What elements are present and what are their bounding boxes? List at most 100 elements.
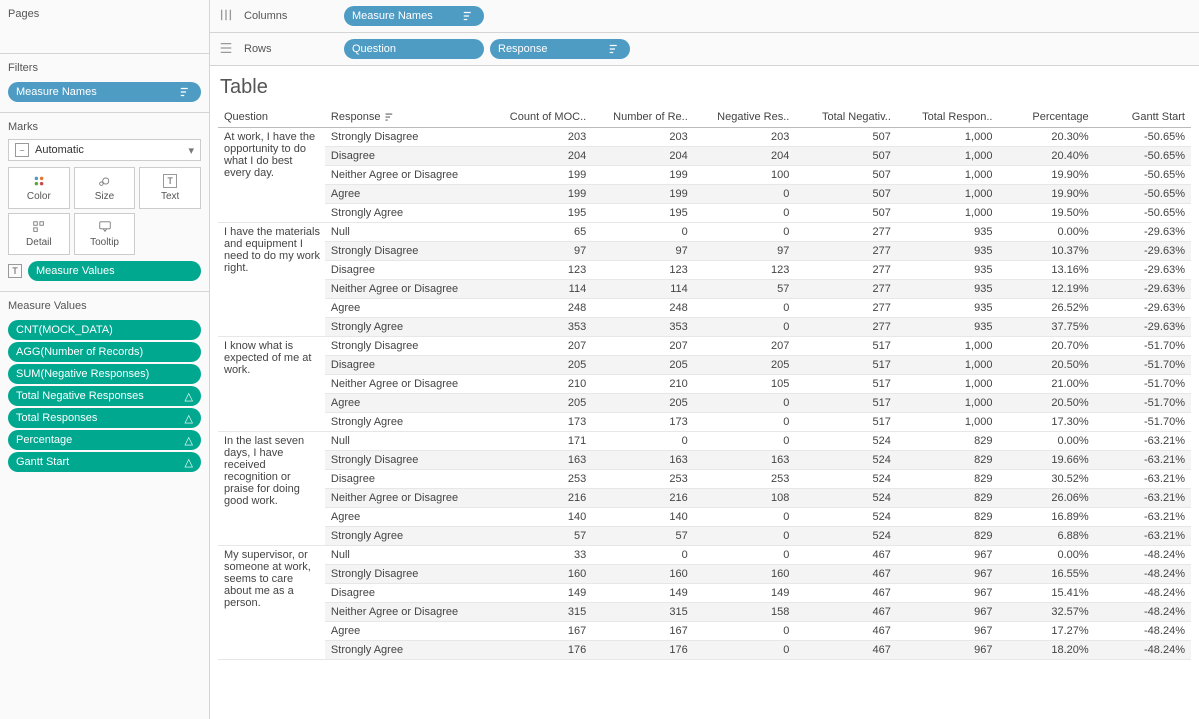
mv-pill[interactable]: Gantt Start△ <box>8 452 201 472</box>
measure-values-on-text[interactable]: T Measure Values <box>8 259 201 283</box>
table-row[interactable]: Agree20520505171,00020.50%-51.70% <box>218 394 1191 413</box>
value-cell: -48.24% <box>1095 565 1191 584</box>
viz-area[interactable]: Table QuestionResponseCount of MOC..Numb… <box>210 66 1199 719</box>
column-header[interactable]: Number of Re.. <box>592 107 694 128</box>
value-cell: -51.70% <box>1095 375 1191 394</box>
row-pill[interactable]: Response <box>490 39 630 59</box>
value-cell: -63.21% <box>1095 451 1191 470</box>
table-row[interactable]: Disagree12312312327793513.16%-29.63% <box>218 261 1191 280</box>
value-cell: 176 <box>592 641 694 660</box>
table-row[interactable]: Agree140140052482916.89%-63.21% <box>218 508 1191 527</box>
table-row[interactable]: Strongly Agree575705248296.88%-63.21% <box>218 527 1191 546</box>
text-button[interactable]: T Text <box>139 167 201 209</box>
mv-pill[interactable]: Percentage△ <box>8 430 201 450</box>
value-cell: 108 <box>694 489 796 508</box>
table-row[interactable]: Strongly Agree17317305171,00017.30%-51.7… <box>218 413 1191 432</box>
filters-shelf[interactable]: Filters Measure Names <box>0 54 209 113</box>
table-row[interactable]: Neither Agree or Disagree315315158467967… <box>218 603 1191 622</box>
table-row[interactable]: Strongly Disagree16316316352482919.66%-6… <box>218 451 1191 470</box>
value-cell: 163 <box>694 451 796 470</box>
value-cell: -63.21% <box>1095 508 1191 527</box>
pages-shelf[interactable]: Pages <box>0 0 209 54</box>
response-cell: Strongly Disagree <box>325 451 496 470</box>
mv-pill[interactable]: AGG(Number of Records) <box>8 342 201 362</box>
table-row[interactable]: Neither Agree or Disagree1991991005071,0… <box>218 166 1191 185</box>
response-cell: Strongly Disagree <box>325 128 496 147</box>
value-cell: 0 <box>694 299 796 318</box>
size-icon <box>97 174 111 188</box>
table-row[interactable]: Neither Agree or Disagree2102101055171,0… <box>218 375 1191 394</box>
value-cell: 467 <box>795 622 897 641</box>
response-cell: Neither Agree or Disagree <box>325 489 496 508</box>
sort-icon <box>608 42 622 56</box>
table-row[interactable]: Disagree25325325352482930.52%-63.21% <box>218 470 1191 489</box>
tooltip-button[interactable]: Tooltip <box>74 213 136 255</box>
marks-type-dropdown[interactable]: ⎯ Automatic ▾ <box>8 139 201 161</box>
column-header[interactable]: Total Respon.. <box>897 107 999 128</box>
table-row[interactable]: Strongly Agree353353027793537.75%-29.63% <box>218 318 1191 337</box>
column-header[interactable]: Percentage <box>998 107 1094 128</box>
column-header[interactable]: Count of MOC.. <box>496 107 592 128</box>
value-cell: -50.65% <box>1095 166 1191 185</box>
value-cell: 967 <box>897 565 999 584</box>
value-cell: 0 <box>592 546 694 565</box>
column-header[interactable]: Response <box>325 107 496 128</box>
table-row[interactable]: Agree19919905071,00019.90%-50.65% <box>218 185 1191 204</box>
table-row[interactable]: In the last seven days, I have received … <box>218 432 1191 451</box>
value-cell: -48.24% <box>1095 641 1191 660</box>
rows-shelf[interactable]: Rows QuestionResponse <box>210 33 1199 66</box>
row-pill[interactable]: Question <box>344 39 484 59</box>
measure-values-pill[interactable]: Measure Values <box>28 261 201 281</box>
value-cell: -63.21% <box>1095 527 1191 546</box>
size-button[interactable]: Size <box>74 167 136 209</box>
value-cell: -48.24% <box>1095 622 1191 641</box>
table-row[interactable]: Disagree14914914946796715.41%-48.24% <box>218 584 1191 603</box>
table-row[interactable]: My supervisor, or someone at work, seems… <box>218 546 1191 565</box>
pill-label: Measure Names <box>16 86 97 98</box>
value-cell: 204 <box>694 147 796 166</box>
pages-title: Pages <box>8 4 201 26</box>
color-button[interactable]: Color <box>8 167 70 209</box>
value-cell: -48.24% <box>1095 584 1191 603</box>
table-row[interactable]: Strongly Disagree97979727793510.37%-29.6… <box>218 242 1191 261</box>
mv-pill[interactable]: Total Responses△ <box>8 408 201 428</box>
table-row[interactable]: I have the materials and equipment I nee… <box>218 223 1191 242</box>
column-header[interactable]: Negative Res.. <box>694 107 796 128</box>
column-header[interactable]: Gantt Start <box>1095 107 1191 128</box>
value-cell: 277 <box>795 280 897 299</box>
table-row[interactable]: Neither Agree or Disagree114114572779351… <box>218 280 1191 299</box>
value-cell: -51.70% <box>1095 356 1191 375</box>
mv-pill[interactable]: Total Negative Responses△ <box>8 386 201 406</box>
filter-pill-measure-names[interactable]: Measure Names <box>8 82 201 102</box>
value-cell: 935 <box>897 223 999 242</box>
value-cell: 20.50% <box>998 394 1094 413</box>
columns-shelf[interactable]: Columns Measure Names <box>210 0 1199 33</box>
value-cell: 205 <box>592 356 694 375</box>
value-cell: 160 <box>694 565 796 584</box>
mv-pill[interactable]: CNT(MOCK_DATA) <box>8 320 201 340</box>
detail-button[interactable]: Detail <box>8 213 70 255</box>
column-header[interactable]: Question <box>218 107 325 128</box>
table-row[interactable]: Agree167167046796717.27%-48.24% <box>218 622 1191 641</box>
table-row[interactable]: Strongly Agree176176046796718.20%-48.24% <box>218 641 1191 660</box>
value-cell: 1,000 <box>897 356 999 375</box>
value-cell: 33 <box>496 546 592 565</box>
table-row[interactable]: Disagree2042042045071,00020.40%-50.65% <box>218 147 1191 166</box>
table-row[interactable]: Neither Agree or Disagree216216108524829… <box>218 489 1191 508</box>
value-cell: 100 <box>694 166 796 185</box>
column-header[interactable]: Total Negativ.. <box>795 107 897 128</box>
column-pill[interactable]: Measure Names <box>344 6 484 26</box>
mv-pill[interactable]: SUM(Negative Responses) <box>8 364 201 384</box>
table-row[interactable]: I know what is expected of me at work.St… <box>218 337 1191 356</box>
value-cell: -51.70% <box>1095 413 1191 432</box>
table-row[interactable]: Strongly Agree19519505071,00019.50%-50.6… <box>218 204 1191 223</box>
value-cell: 0.00% <box>998 546 1094 565</box>
table-row[interactable]: Agree248248027793526.52%-29.63% <box>218 299 1191 318</box>
mv-pill-list: CNT(MOCK_DATA)AGG(Number of Records)SUM(… <box>8 320 201 472</box>
response-cell: Strongly Agree <box>325 641 496 660</box>
table-row[interactable]: Strongly Disagree16016016046796716.55%-4… <box>218 565 1191 584</box>
table-row[interactable]: Disagree2052052055171,00020.50%-51.70% <box>218 356 1191 375</box>
table-row[interactable]: At work, I have the opportunity to do wh… <box>218 128 1191 147</box>
value-cell: -29.63% <box>1095 299 1191 318</box>
value-cell: 37.75% <box>998 318 1094 337</box>
